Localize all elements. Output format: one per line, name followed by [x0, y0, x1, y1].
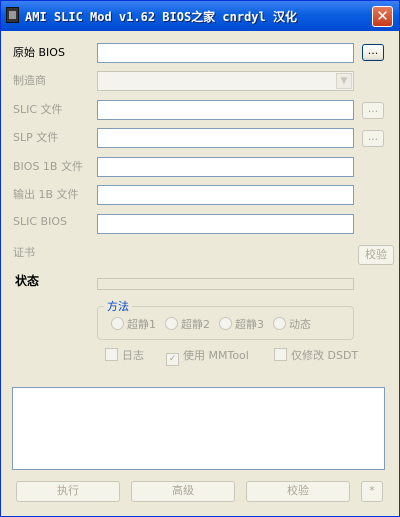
- method-radio-option[interactable]: 超静2: [165, 316, 210, 332]
- main-window: AMI SLIC Mod v1.62 BIOS之家 cnrdyl 汉化 ✕ 原始…: [0, 0, 400, 517]
- output1b-file-label: 输出 1B 文件: [13, 188, 79, 201]
- chip-icon: [6, 7, 19, 23]
- log-output-area[interactable]: [12, 387, 385, 470]
- browse-slic-file-button[interactable]: ...: [362, 102, 384, 119]
- run-button[interactable]: 执行: [16, 481, 120, 502]
- chevron-down-icon: ▼: [336, 73, 352, 89]
- radio-icon: [111, 317, 124, 330]
- method-radio-option[interactable]: 超静1: [111, 316, 156, 332]
- slp-file-label: SLP 文件: [13, 131, 59, 144]
- verify-button[interactable]: 校验: [246, 481, 350, 502]
- mmtool-checkbox-label: 使用 MMTool: [183, 349, 249, 362]
- certificate-label: 证书: [13, 246, 35, 259]
- title-bar[interactable]: AMI SLIC Mod v1.62 BIOS之家 cnrdyl 汉化 ✕: [1, 1, 399, 31]
- slp-file-input[interactable]: [97, 128, 354, 148]
- log-checkbox[interactable]: 日志: [105, 347, 144, 363]
- method-group-title: 方法: [104, 298, 132, 314]
- slic-bios-label: SLIC BIOS: [13, 215, 67, 228]
- dsdt-checkbox-label: 仅修改 DSDT: [291, 349, 359, 362]
- original-bios-input[interactable]: [97, 43, 354, 63]
- original-bios-label: 原始 BIOS: [13, 46, 65, 59]
- bios1b-file-input[interactable]: [97, 157, 354, 177]
- slic-file-label: SLIC 文件: [13, 103, 63, 116]
- checkbox-icon: [274, 348, 287, 361]
- method-option-label: 动态: [289, 318, 311, 331]
- advanced-button[interactable]: 高级: [131, 481, 235, 502]
- radio-icon: [165, 317, 178, 330]
- checkmark-icon: ✓: [166, 353, 179, 366]
- verify-certificate-button[interactable]: 校验: [358, 245, 394, 265]
- method-option-label: 超静1: [127, 318, 156, 331]
- method-radio-option[interactable]: 超静3: [219, 316, 264, 332]
- output1b-file-input[interactable]: [97, 185, 354, 205]
- method-radio-option[interactable]: 动态: [273, 316, 311, 332]
- window-title: AMI SLIC Mod v1.62 BIOS之家 cnrdyl 汉化: [25, 10, 297, 24]
- log-checkbox-label: 日志: [122, 349, 144, 362]
- dsdt-checkbox[interactable]: 仅修改 DSDT: [274, 347, 358, 363]
- slic-file-input[interactable]: [97, 100, 354, 120]
- method-option-label: 超静3: [235, 318, 264, 331]
- close-button[interactable]: ✕: [372, 6, 393, 27]
- status-label: 状态: [15, 274, 40, 288]
- mmtool-checkbox[interactable]: ✓ 使用 MMTool: [166, 347, 249, 366]
- slic-bios-input[interactable]: [97, 214, 354, 234]
- bios1b-file-label: BIOS 1B 文件: [13, 160, 83, 173]
- browse-original-bios-button[interactable]: ...: [362, 44, 384, 61]
- status-bar: [97, 278, 354, 290]
- browse-slp-file-button[interactable]: ...: [362, 130, 384, 147]
- close-icon: ✕: [376, 7, 389, 25]
- extra-button[interactable]: *: [361, 481, 383, 502]
- checkbox-icon: [105, 348, 118, 361]
- manufacturer-label: 制造商: [13, 74, 46, 87]
- manufacturer-select[interactable]: ▼: [97, 71, 354, 91]
- method-option-label: 超静2: [181, 318, 210, 331]
- radio-icon: [219, 317, 232, 330]
- radio-icon: [273, 317, 286, 330]
